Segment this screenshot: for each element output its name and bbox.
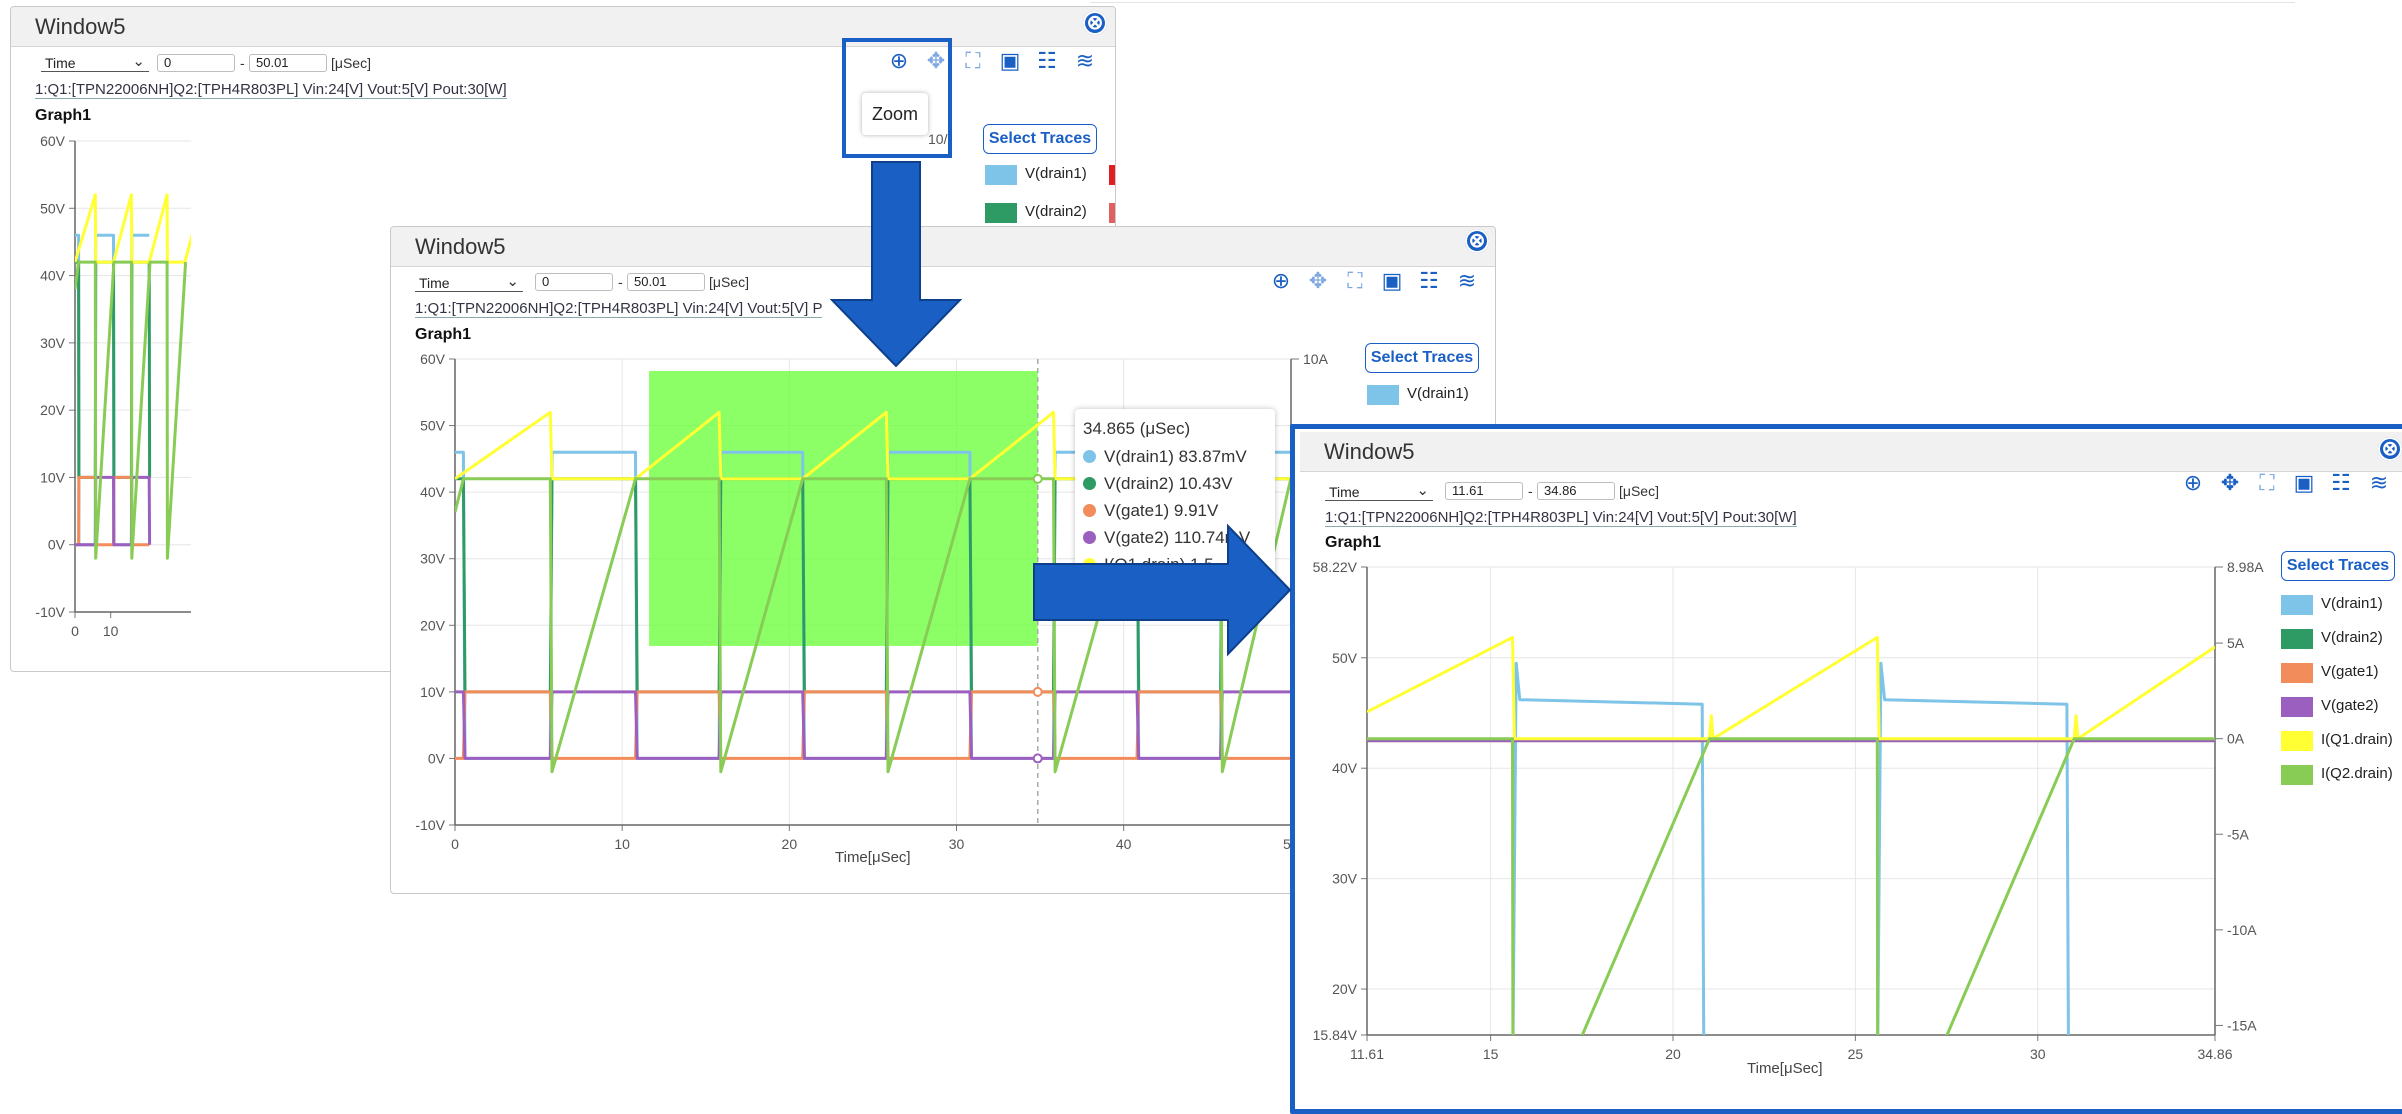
arrow-right-icon bbox=[1033, 523, 1292, 657]
arrow-right-shape bbox=[1033, 523, 1292, 657]
